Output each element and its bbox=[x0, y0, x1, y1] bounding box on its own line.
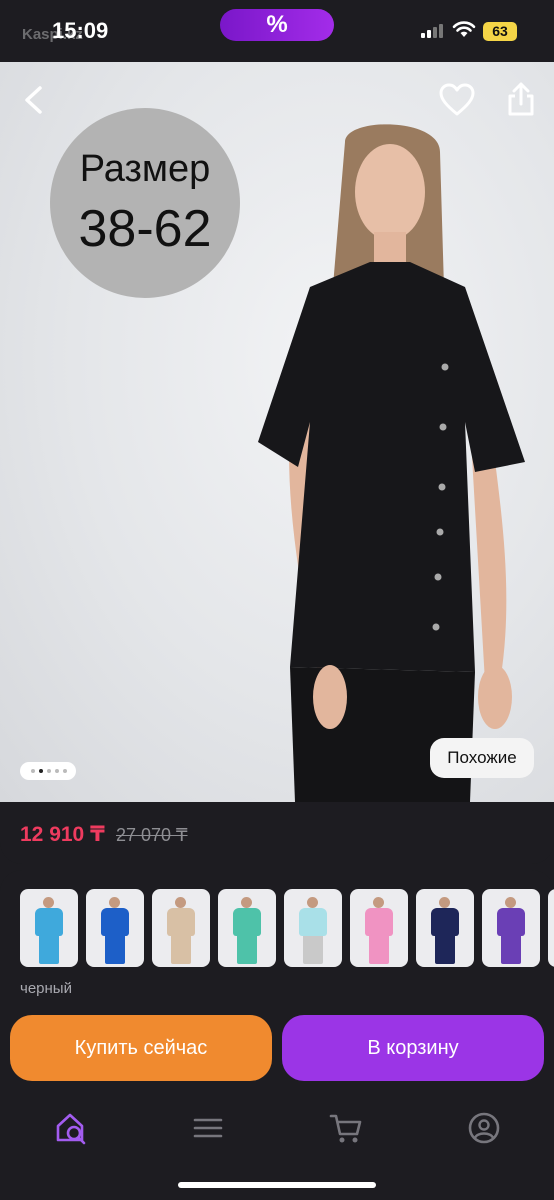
color-variant-thumbnail[interactable] bbox=[20, 889, 78, 967]
share-icon[interactable] bbox=[504, 80, 538, 118]
color-variant-thumbnail[interactable] bbox=[548, 889, 554, 967]
product-image[interactable]: Размер 38-62 Похожие bbox=[0, 62, 554, 802]
buy-now-button[interactable]: Купить сейчас bbox=[10, 1015, 272, 1081]
size-badge-label: Размер bbox=[79, 148, 211, 190]
menu-icon[interactable] bbox=[188, 1108, 228, 1148]
color-variant-thumbnail[interactable] bbox=[350, 889, 408, 967]
selected-color-label: черный bbox=[20, 980, 72, 997]
color-variant-thumbnail[interactable] bbox=[284, 889, 342, 967]
wifi-icon bbox=[452, 21, 476, 37]
back-icon[interactable] bbox=[16, 82, 52, 118]
home-indicator bbox=[178, 1182, 376, 1188]
favorite-heart-icon[interactable] bbox=[438, 82, 476, 118]
product-photo-model bbox=[258, 124, 525, 802]
color-variant-thumbnail[interactable] bbox=[152, 889, 210, 967]
battery-icon: 63 bbox=[483, 22, 517, 41]
promo-button[interactable]: % bbox=[220, 9, 334, 41]
current-price: 12 910 ₸ bbox=[20, 823, 105, 846]
size-badge-range: 38-62 bbox=[78, 200, 212, 258]
price-panel: 12 910 ₸ 27 070 ₸ bbox=[0, 802, 554, 864]
home-search-icon[interactable] bbox=[52, 1108, 92, 1148]
status-time: 15:09 bbox=[52, 18, 109, 43]
profile-icon[interactable] bbox=[464, 1108, 504, 1148]
similar-products-button[interactable]: Похожие bbox=[430, 738, 534, 778]
color-variant-thumbnail[interactable] bbox=[218, 889, 276, 967]
old-price: 27 070 ₸ bbox=[116, 825, 188, 845]
image-pagination-dots[interactable] bbox=[20, 762, 76, 780]
color-variant-thumbnails[interactable] bbox=[20, 889, 554, 969]
signal-icon bbox=[421, 24, 445, 38]
color-variant-thumbnail[interactable] bbox=[416, 889, 474, 967]
status-bar: Kaspi.kz 15:09 % 63 bbox=[0, 0, 554, 62]
cart-icon[interactable] bbox=[326, 1108, 366, 1148]
size-range-badge: Размер 38-62 bbox=[50, 108, 240, 298]
color-variant-thumbnail[interactable] bbox=[482, 889, 540, 967]
add-to-cart-button[interactable]: В корзину bbox=[282, 1015, 544, 1081]
color-variant-thumbnail[interactable] bbox=[86, 889, 144, 967]
